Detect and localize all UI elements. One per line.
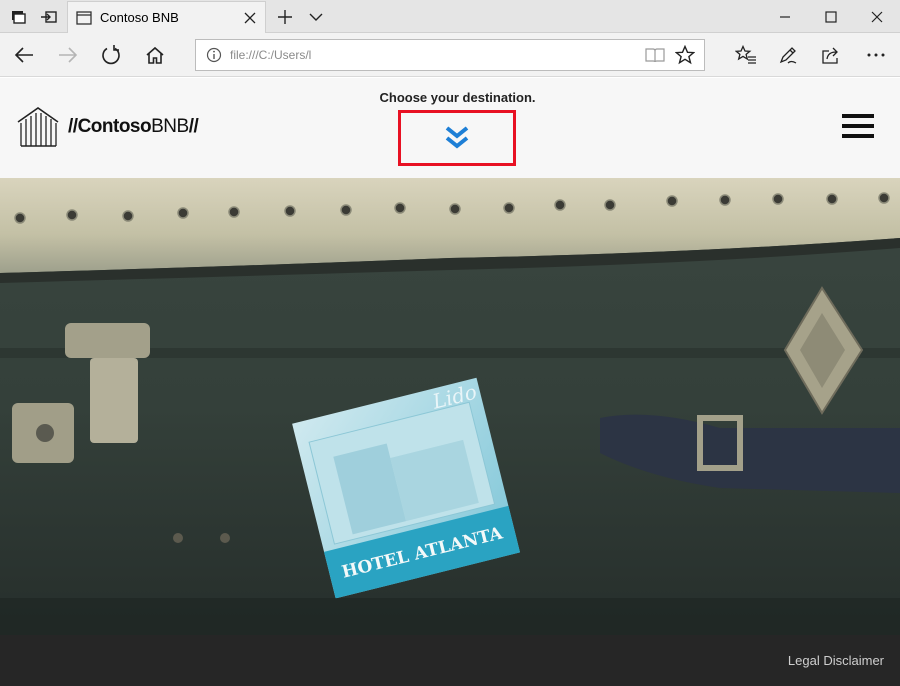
browser-titlebar: Contoso BNB	[0, 0, 900, 33]
favorite-star-icon	[675, 45, 695, 65]
minimize-button[interactable]	[762, 0, 808, 33]
chevron-down-icon	[309, 13, 323, 21]
close-window-button[interactable]	[854, 0, 900, 33]
back-button[interactable]	[2, 33, 46, 77]
set-aside-tabs-button[interactable]	[34, 0, 64, 33]
favorites-hub-icon	[735, 45, 756, 64]
double-chevron-down-icon	[445, 126, 469, 149]
forward-icon	[59, 47, 78, 63]
reading-view-button[interactable]	[640, 40, 670, 70]
favorites-hub-button[interactable]	[724, 33, 768, 77]
logo-bold: Contoso	[77, 116, 152, 137]
back-icon	[14, 47, 33, 63]
site-logo[interactable]: //ContosoBNB//	[16, 106, 199, 148]
site-footer: Legal Disclaimer	[0, 635, 900, 686]
home-button[interactable]	[133, 33, 177, 77]
choose-destination-button[interactable]	[398, 110, 516, 166]
new-tab-button[interactable]	[270, 0, 300, 33]
hamburger-bar	[842, 114, 874, 118]
close-icon	[244, 12, 256, 23]
set-aside-tabs-icon	[41, 10, 57, 23]
tab-contoso-bnb[interactable]: Contoso BNB	[67, 1, 266, 33]
notes-button[interactable]	[766, 33, 810, 77]
suitcase-photo: Lido HOTEL ATLANTA	[0, 178, 900, 635]
reading-view-icon	[645, 48, 665, 63]
logo-suffix: //	[188, 116, 199, 137]
add-favorite-button[interactable]	[670, 40, 700, 70]
minimize-icon	[780, 15, 790, 18]
pen-icon	[779, 47, 797, 64]
refresh-button[interactable]	[89, 33, 133, 77]
maximize-button[interactable]	[808, 0, 854, 33]
home-icon	[146, 46, 164, 64]
hamburger-bar	[842, 134, 874, 138]
logo-wordmark: //ContosoBNB//	[68, 116, 199, 138]
share-button[interactable]	[809, 33, 853, 77]
hamburger-bar	[842, 124, 874, 128]
logo-thin: BNB	[151, 116, 189, 137]
share-icon	[822, 47, 838, 64]
legal-disclaimer-link[interactable]: Legal Disclaimer	[788, 653, 884, 668]
address-bar[interactable]: file:///C:/Users/l	[195, 39, 705, 71]
tab-manager-icon	[12, 10, 26, 24]
tab-manager-button[interactable]	[4, 0, 32, 33]
tab-preview-button[interactable]	[302, 0, 330, 33]
tab-close-button[interactable]	[235, 2, 265, 34]
browser-navbar: file:///C:/Users/l	[0, 33, 900, 77]
house-logo-icon	[17, 107, 59, 147]
menu-button[interactable]	[842, 114, 874, 140]
tab-title: Contoso BNB	[100, 10, 179, 25]
forward-button[interactable]	[46, 33, 90, 77]
logo-prefix: //	[68, 116, 78, 137]
close-window-icon	[871, 11, 883, 22]
site-header: //ContosoBNB// Choose your destination.	[0, 78, 900, 178]
maximize-icon	[825, 10, 837, 23]
refresh-icon	[102, 45, 120, 65]
address-text: file:///C:/Users/l	[230, 48, 312, 62]
info-icon	[206, 47, 222, 63]
destination-prompt: Choose your destination.	[379, 90, 536, 105]
page-icon	[76, 10, 92, 25]
more-button[interactable]	[854, 33, 898, 77]
hero-image: Lido HOTEL ATLANTA	[0, 178, 900, 635]
new-tab-icon	[278, 9, 292, 24]
more-icon	[867, 53, 885, 57]
